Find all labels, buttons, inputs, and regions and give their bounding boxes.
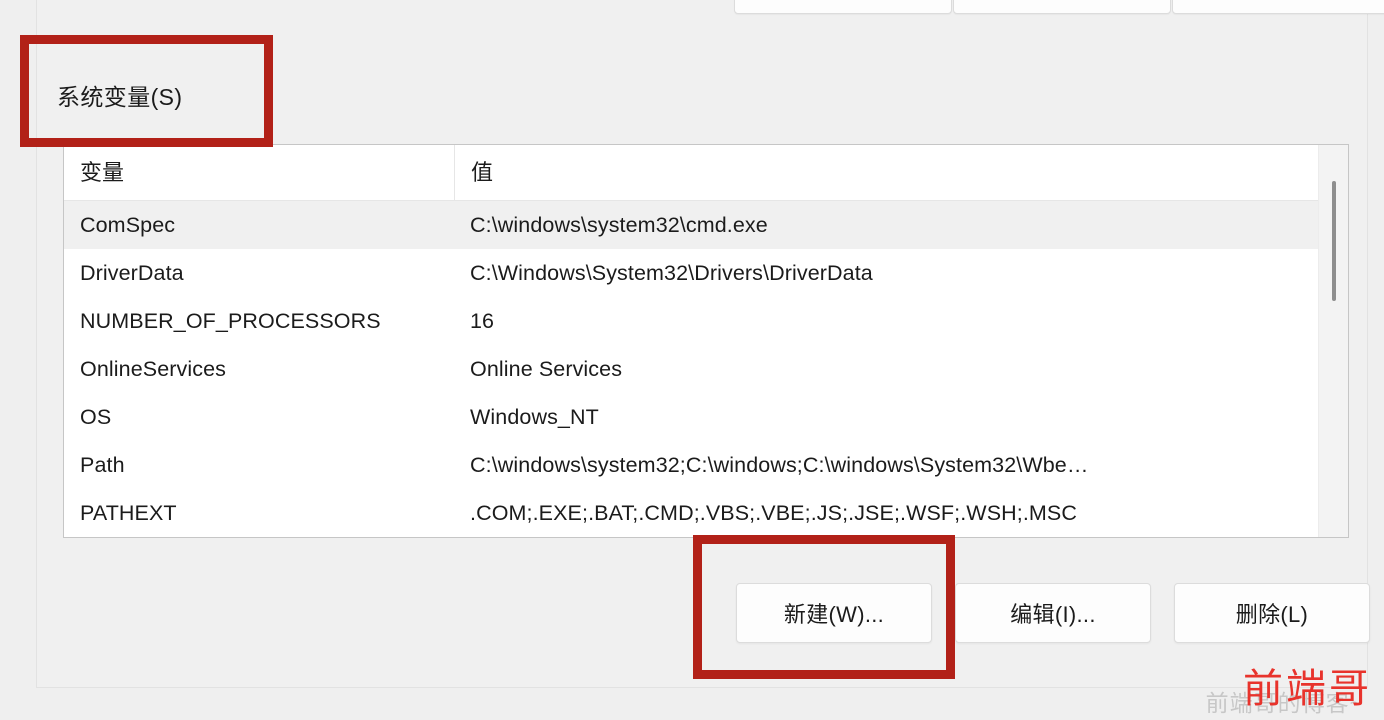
list-rows: ComSpec C:\windows\system32\cmd.exe Driver… <box>64 201 1348 537</box>
table-row[interactable]: PATHEXT .COM;.EXE;.BAT;.CMD;.VBS;.VBE;.JS… <box>64 489 1348 537</box>
variable-value-cell: 16 <box>470 308 495 333</box>
variable-value-cell: Windows_NT <box>470 404 599 429</box>
variable-name-cell: PATHEXT <box>80 500 177 525</box>
variable-name-cell: NUMBER_OF_PROCESSORS <box>80 308 381 333</box>
variable-value-cell: C:\Windows\System32\Drivers\DriverData <box>470 260 873 285</box>
table-row[interactable]: ComSpec C:\windows\system32\cmd.exe <box>64 201 1348 249</box>
table-row[interactable]: OS Windows_NT <box>64 393 1348 441</box>
table-row[interactable]: Path C:\windows\system32;C:\windows;C:\wi… <box>64 441 1348 489</box>
table-row[interactable]: OnlineServices Online Services <box>64 345 1348 393</box>
variable-value-cell: .COM;.EXE;.BAT;.CMD;.VBS;.VBE;.JS;.JSE;.… <box>470 500 1077 525</box>
variable-name-cell: OS <box>80 404 112 429</box>
list-header-row: 变量 值 <box>64 145 1348 201</box>
user-edit-button[interactable] <box>953 0 1171 14</box>
variable-name-cell: OnlineServices <box>80 356 226 381</box>
system-variables-list[interactable]: 变量 值 ComSpec C:\windows\system32\cmd.exe D… <box>63 144 1349 538</box>
variable-value-cell: C:\windows\system32\cmd.exe <box>470 212 768 237</box>
variable-value-cell: C:\windows\system32;C:\windows;C:\window… <box>470 452 1089 477</box>
user-new-button[interactable] <box>734 0 952 14</box>
user-variables-button-row <box>0 0 1384 16</box>
watermark-primary: 前端哥 <box>1243 667 1372 711</box>
table-row[interactable]: DriverData C:\Windows\System32\Drivers\Dr… <box>64 249 1348 297</box>
system-variables-actions: 新建(W)... 编辑(I)... 删除(L) <box>0 583 1384 647</box>
system-variables-section-label: 系统变量(S) <box>57 84 183 110</box>
new-button[interactable]: 新建(W)... <box>736 583 932 643</box>
variable-name-cell: ComSpec <box>80 212 176 237</box>
table-row[interactable]: NUMBER_OF_PROCESSORS 16 <box>64 297 1348 345</box>
screenshot-root: 系统变量(S) 变量 值 ComSpec C:\windows\system32\… <box>0 0 1384 720</box>
variable-name-cell: Path <box>80 452 125 477</box>
variable-name-cell: DriverData <box>80 260 184 285</box>
user-delete-button[interactable] <box>1172 0 1384 14</box>
column-header-variable[interactable]: 变量 <box>64 145 454 201</box>
variable-value-cell: Online Services <box>470 356 623 381</box>
delete-button[interactable]: 删除(L) <box>1174 583 1370 643</box>
column-header-value[interactable]: 值 <box>454 145 1334 201</box>
list-scrollbar-thumb[interactable] <box>1332 181 1336 301</box>
edit-button[interactable]: 编辑(I)... <box>955 583 1151 643</box>
list-scrollbar[interactable] <box>1318 145 1348 537</box>
